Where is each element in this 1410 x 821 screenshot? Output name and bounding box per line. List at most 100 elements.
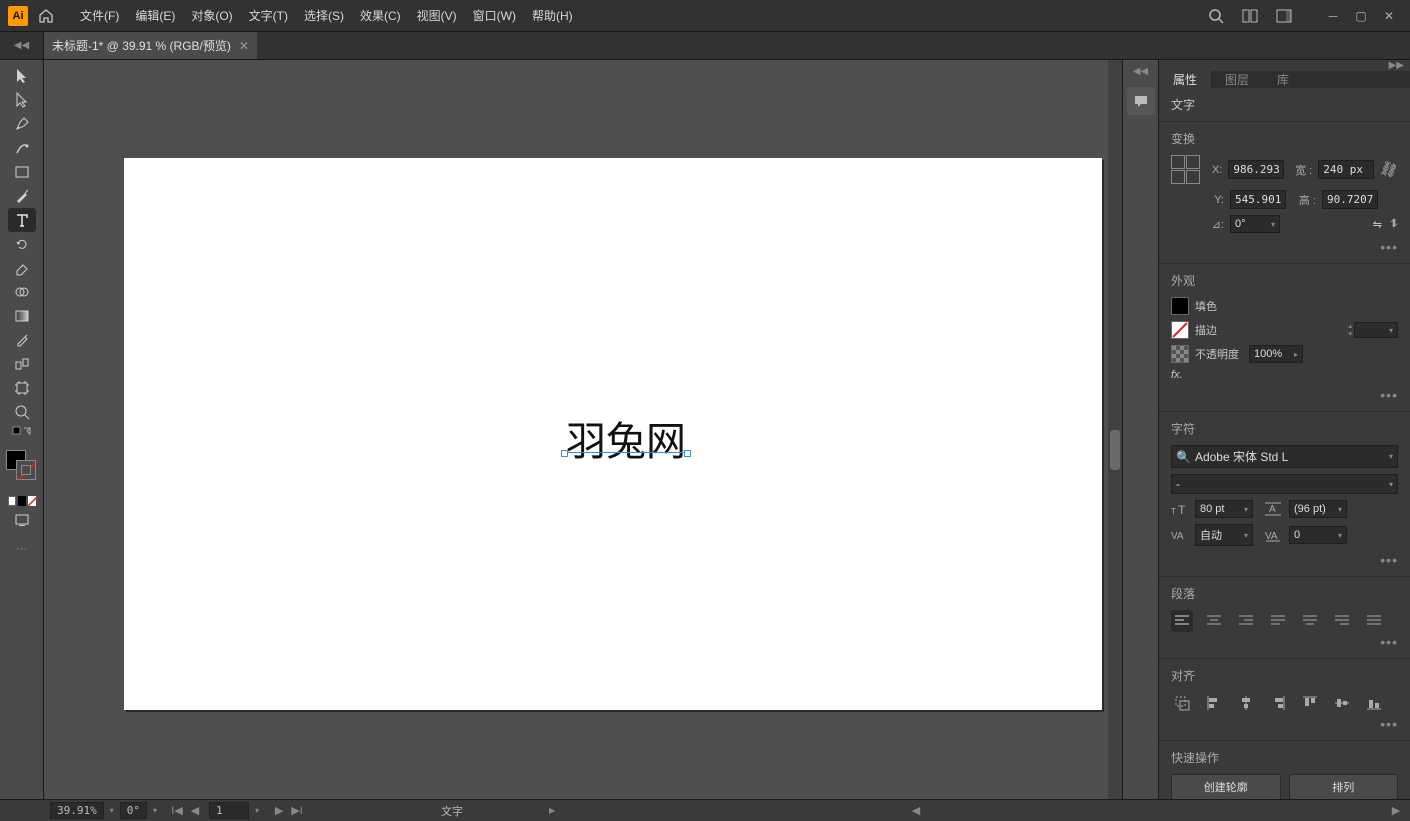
- gradient-tool[interactable]: [8, 304, 36, 328]
- arrange-documents-icon[interactable]: [1242, 8, 1258, 24]
- align-to-icon[interactable]: [1171, 692, 1193, 714]
- zoom-dropdown-icon[interactable]: ▾: [110, 806, 114, 815]
- shapebuilder-tool[interactable]: [8, 280, 36, 304]
- menu-help[interactable]: 帮助(H): [524, 7, 581, 24]
- zoom-level-input[interactable]: 39.91%: [50, 802, 104, 819]
- edit-toolbar-icon[interactable]: ···: [8, 536, 36, 560]
- align-left-icon[interactable]: [1171, 610, 1193, 632]
- align-hcenter-objects-icon[interactable]: [1235, 692, 1257, 714]
- stroke-swatch[interactable]: [16, 460, 36, 480]
- character-more-icon[interactable]: •••: [1171, 552, 1398, 568]
- align-right-objects-icon[interactable]: [1267, 692, 1289, 714]
- next-artboard-icon[interactable]: ▶: [271, 804, 287, 817]
- opacity-input[interactable]: 100%▸: [1249, 345, 1303, 363]
- zoom-tool[interactable]: [8, 400, 36, 424]
- artboard-dropdown-icon[interactable]: ▾: [255, 806, 259, 815]
- menu-view[interactable]: 视图(V): [409, 7, 465, 24]
- tab-layers[interactable]: 图层: [1211, 71, 1263, 88]
- type-tool[interactable]: [8, 208, 36, 232]
- flip-vertical-icon[interactable]: ⥮: [1390, 218, 1398, 231]
- canvas-text-object[interactable]: 羽兔网: [566, 409, 686, 467]
- panel-collapse-icon[interactable]: ▶▶: [1159, 60, 1410, 71]
- fill-color-swatch[interactable]: [1171, 297, 1189, 315]
- vertical-scrollbar[interactable]: [1108, 60, 1122, 799]
- fill-stroke-swap-icon[interactable]: [8, 424, 36, 440]
- menu-type[interactable]: 文字(T): [241, 7, 296, 24]
- menu-object[interactable]: 对象(O): [183, 7, 240, 24]
- font-size-input[interactable]: 80 pt▾: [1195, 500, 1253, 518]
- vertical-scrollbar-thumb[interactable]: [1110, 430, 1120, 470]
- height-input[interactable]: [1322, 190, 1378, 209]
- rotate-tool[interactable]: [8, 232, 36, 256]
- fx-label[interactable]: fx.: [1171, 369, 1183, 381]
- document-tab[interactable]: 未标题-1* @ 39.91 % (RGB/预览) ✕: [44, 32, 257, 59]
- justify-right-icon[interactable]: [1331, 610, 1353, 632]
- window-minimize-icon[interactable]: ─: [1320, 6, 1346, 26]
- align-top-objects-icon[interactable]: [1299, 692, 1321, 714]
- align-vcenter-objects-icon[interactable]: [1331, 692, 1353, 714]
- fill-stroke-swatches[interactable]: [4, 446, 40, 494]
- search-icon[interactable]: [1208, 8, 1224, 24]
- color-mode-toggles[interactable]: [8, 494, 36, 508]
- appearance-more-icon[interactable]: •••: [1171, 387, 1398, 403]
- tab-properties[interactable]: 属性: [1159, 71, 1211, 88]
- x-input[interactable]: [1228, 160, 1284, 179]
- flip-horizontal-icon[interactable]: ⇋: [1373, 218, 1382, 231]
- font-style-input[interactable]: -▾: [1171, 474, 1398, 494]
- rotate-dropdown-icon[interactable]: ▾: [153, 806, 157, 815]
- hscroll-right-icon[interactable]: ▶: [1388, 804, 1404, 817]
- rectangle-tool[interactable]: [8, 160, 36, 184]
- width-input[interactable]: [1318, 160, 1374, 179]
- close-tab-icon[interactable]: ✕: [239, 39, 249, 53]
- screen-mode-tool[interactable]: [8, 508, 36, 532]
- direct-selection-tool[interactable]: [8, 88, 36, 112]
- hscroll-left-icon[interactable]: ◀: [908, 804, 924, 817]
- artboard-tool[interactable]: [8, 376, 36, 400]
- align-right-icon[interactable]: [1235, 610, 1257, 632]
- tab-libraries[interactable]: 库: [1263, 71, 1303, 88]
- stroke-color-swatch[interactable]: [1171, 321, 1189, 339]
- blend-tool[interactable]: [8, 352, 36, 376]
- artboard[interactable]: 羽兔网: [124, 158, 1102, 710]
- paragraph-more-icon[interactable]: •••: [1171, 634, 1398, 650]
- eyedropper-tool[interactable]: [8, 328, 36, 352]
- pen-tool[interactable]: [8, 112, 36, 136]
- menu-edit[interactable]: 编辑(E): [127, 7, 183, 24]
- prev-artboard-icon[interactable]: ◀: [187, 804, 203, 817]
- canvas-area[interactable]: 羽兔网: [44, 60, 1122, 799]
- menu-select[interactable]: 选择(S): [296, 7, 352, 24]
- menu-file[interactable]: 文件(F): [72, 7, 127, 24]
- stroke-weight-stepper[interactable]: ▴▾: [1348, 322, 1352, 338]
- curvature-tool[interactable]: [8, 136, 36, 160]
- link-wh-icon[interactable]: ⛓: [1378, 158, 1401, 180]
- reference-point-picker[interactable]: [1171, 155, 1200, 184]
- leading-input[interactable]: (96 pt)▾: [1289, 500, 1347, 518]
- status-menu-icon[interactable]: ▶: [549, 806, 555, 815]
- first-artboard-icon[interactable]: I◀: [169, 804, 185, 817]
- transform-more-icon[interactable]: •••: [1171, 239, 1398, 255]
- align-bottom-objects-icon[interactable]: [1363, 692, 1385, 714]
- y-input[interactable]: [1230, 190, 1286, 209]
- selection-tool[interactable]: [8, 64, 36, 88]
- font-family-input[interactable]: 🔍Adobe 宋体 Std L▾: [1171, 445, 1398, 468]
- align-left-objects-icon[interactable]: [1203, 692, 1225, 714]
- workspace-icon[interactable]: [1276, 8, 1292, 24]
- menu-effect[interactable]: 效果(C): [352, 7, 409, 24]
- eraser-tool[interactable]: [8, 256, 36, 280]
- rotate-view-input[interactable]: 0°: [120, 802, 147, 819]
- angle-input[interactable]: 0°▾: [1230, 215, 1280, 233]
- align-center-icon[interactable]: [1203, 610, 1225, 632]
- create-outlines-button[interactable]: 创建轮廓: [1171, 774, 1281, 799]
- toolbar-collapse-icon[interactable]: ◀◀: [0, 32, 44, 59]
- justify-all-icon[interactable]: [1363, 610, 1385, 632]
- window-close-icon[interactable]: ✕: [1376, 6, 1402, 26]
- paintbrush-tool[interactable]: [8, 184, 36, 208]
- stroke-weight-input[interactable]: ▾: [1354, 322, 1398, 338]
- window-maximize-icon[interactable]: ▢: [1348, 6, 1374, 26]
- align-more-icon[interactable]: •••: [1171, 716, 1398, 732]
- home-icon[interactable]: [36, 6, 56, 26]
- justify-center-icon[interactable]: [1299, 610, 1321, 632]
- kerning-input[interactable]: 自动▾: [1195, 524, 1253, 546]
- tracking-input[interactable]: 0▾: [1289, 526, 1347, 544]
- last-artboard-icon[interactable]: ▶I: [289, 804, 305, 817]
